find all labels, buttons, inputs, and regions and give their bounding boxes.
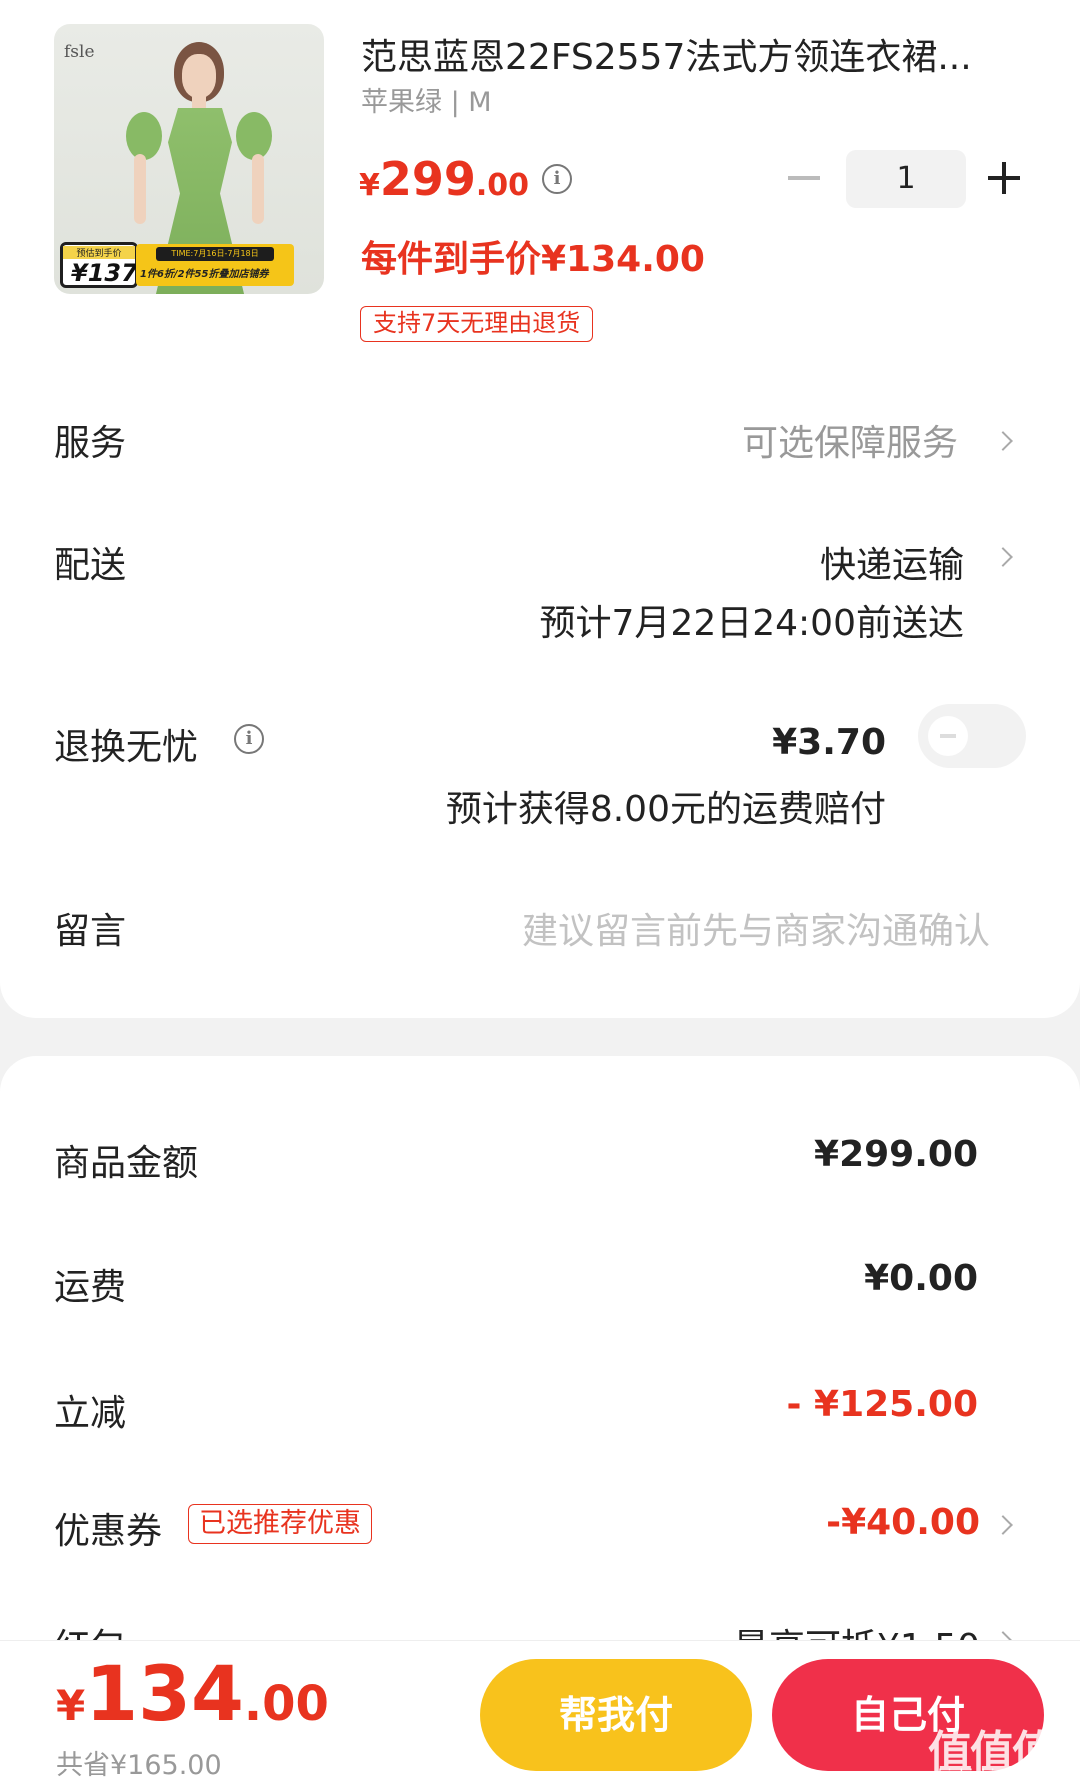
shipping-value: ¥0.00 [864,1258,978,1299]
thumb-estimated-value: ¥137 [71,259,138,287]
goods-amount-value: ¥299.00 [814,1134,978,1175]
total-price: ¥134.00 [56,1649,329,1738]
thumb-estimated-label: 预估到手价 [63,246,135,259]
checkout-bar: ¥134.00 共省¥165.00 帮我付 自己付 [0,1640,1080,1788]
total-integer: 134 [85,1649,244,1738]
coupon-label: 优惠券 [54,1511,163,1552]
service-label: 服务 [54,423,127,464]
total-decimal: .00 [243,1676,329,1732]
return-insurance-label: 退换无忧 [54,727,199,768]
minus-icon[interactable] [788,176,820,180]
coupon-selected-tag: 已选推荐优惠 [188,1504,372,1544]
quantity-input[interactable]: 1 [846,150,966,208]
return-insurance-toggle[interactable] [918,704,1026,768]
order-item-card: fsle 预估到手价 ¥137 TIME:7月16日-7月18日 1件6折/2件… [0,0,1080,1018]
product-title[interactable]: 范思蓝恩22FS2557法式方领连衣裙... [361,28,972,80]
return-insurance-price: ¥3.70 [772,722,886,763]
dress-sleeve-right [236,112,272,160]
model-face [182,54,216,98]
toggle-knob [928,716,968,756]
product-variant[interactable]: 苹果绿 | M [361,80,492,119]
watermark-url: zhizhizhi.com [930,1766,1032,1784]
total-currency: ¥ [56,1681,86,1730]
thumb-promo-time: TIME:7月16日-7月18日 [156,247,274,261]
thumb-promo-banner: TIME:7月16日-7月18日 1件6折/2件55折叠加店铺券 [136,244,294,286]
total-saved: 共省¥165.00 [56,1750,222,1781]
message-input[interactable]: 建议留言前先与商家沟通确认 [522,902,990,954]
message-label: 留言 [54,911,127,952]
brand-logo: fsle [64,42,95,62]
return-insurance-note: 预计获得8.00元的运费赔付 [445,789,886,830]
chevron-right-icon[interactable] [993,547,1013,567]
thumb-promo-text: 1件6折/2件55折叠加店铺券 [140,269,269,280]
price-integer: 299 [379,152,476,206]
product-price: ¥299.00 [359,152,529,206]
model-arm-right [252,154,264,224]
help-me-pay-button[interactable]: 帮我付 [480,1659,752,1771]
plus-icon[interactable] [988,162,1020,194]
service-value[interactable]: 可选保障服务 [742,414,958,466]
site-watermark: 值值值 zhizhizhi.com [928,1716,1076,1784]
price-decimal: .00 [475,168,530,203]
instant-discount-label: 立减 [54,1393,127,1434]
delivery-label: 配送 [54,545,127,586]
thumb-estimated-price: 预估到手价 ¥137 [60,242,138,288]
price-currency: ¥ [359,168,380,203]
goods-amount-label: 商品金额 [54,1143,199,1184]
shipping-label: 运费 [54,1267,127,1308]
coupon-value[interactable]: -¥40.00 [826,1502,980,1543]
thumb-price-badge: 预估到手价 ¥137 TIME:7月16日-7月18日 1件6折/2件55折叠加… [60,242,322,288]
return-policy-tag: 支持7天无理由退货 [360,306,594,342]
price-info-icon[interactable]: i [542,164,572,194]
unit-price: 每件到手价¥134.00 [361,239,705,280]
model-arm-left [134,154,146,224]
dress-sleeve-left [126,112,162,160]
delivery-eta: 预计7月22日24:00前送达 [539,603,964,644]
delivery-method[interactable]: 快递运输 [820,536,964,588]
product-thumbnail[interactable]: fsle 预估到手价 ¥137 TIME:7月16日-7月18日 1件6折/2件… [54,24,324,294]
chevron-right-icon[interactable] [993,431,1013,451]
return-info-icon[interactable]: i [234,724,264,754]
instant-discount-value: - ¥125.00 [786,1384,978,1425]
